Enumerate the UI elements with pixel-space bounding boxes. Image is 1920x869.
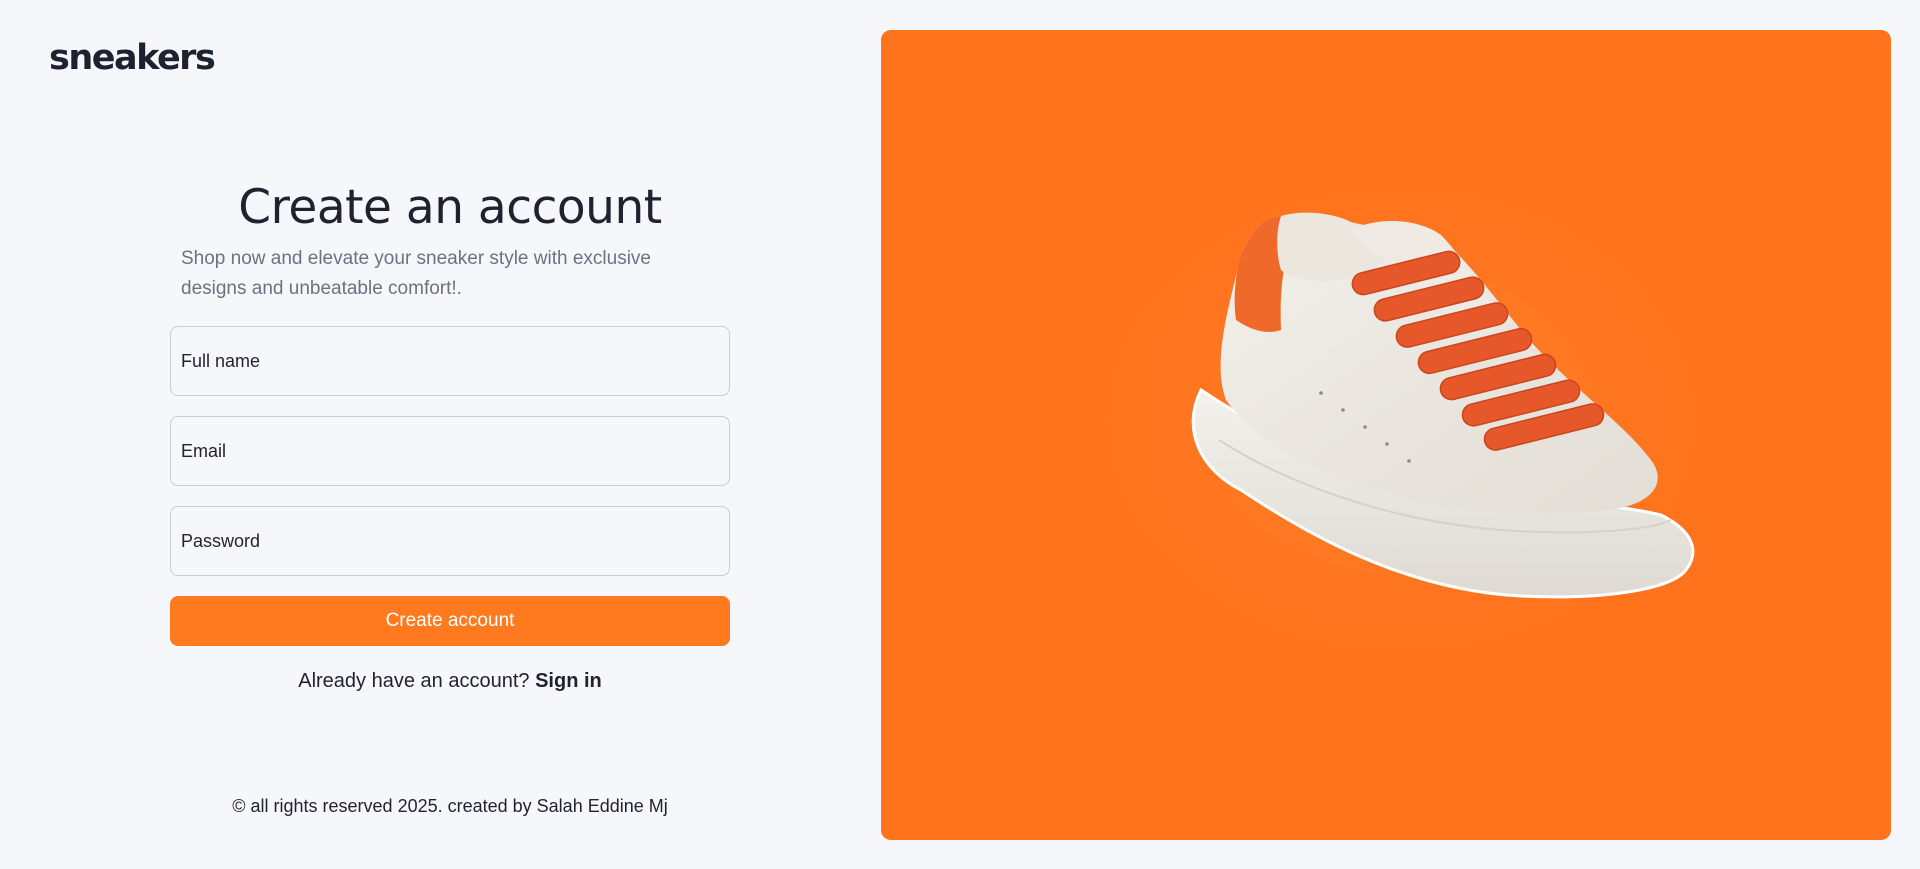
page-title: Create an account [238,180,662,235]
brand-logo[interactable]: sneakers [49,38,216,78]
signin-link[interactable]: Sign in [535,670,602,692]
full-name-field[interactable] [170,326,730,396]
footer-copyright: © all rights reserved 2025. created by S… [232,796,668,816]
sneaker-image [1071,160,1731,680]
hero-image-panel [881,30,1891,840]
signup-page: sneakers Create an account Shop now and … [0,0,1920,869]
page-subtitle: Shop now and elevate your sneaker style … [181,248,651,299]
password-field[interactable] [170,506,730,576]
create-account-button[interactable]: Create account [170,596,730,646]
signup-form: Create an account Shop now and elevate y… [170,180,730,693]
signin-row: Already have an account? Sign in [170,670,730,693]
signin-prompt: Already have an account? [298,670,530,692]
email-field[interactable] [170,416,730,486]
